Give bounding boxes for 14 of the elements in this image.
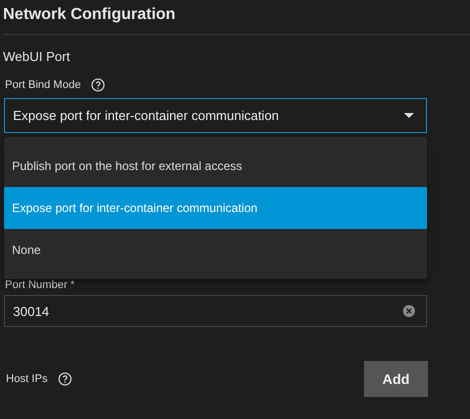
port-number-field[interactable]: 30014 [4,295,427,327]
clear-icon[interactable] [403,305,415,317]
help-icon[interactable] [58,372,72,386]
bind-mode-select[interactable]: Expose port for inter-container communication [4,98,427,133]
dropdown-option[interactable]: Publish port on the host for external access [4,145,427,187]
section-title: Network Configuration [2,5,176,25]
field-label: Port Bind Mode [5,79,81,91]
help-icon[interactable] [90,78,105,92]
field-label: Port Number * [4,279,76,291]
dropdown-option[interactable]: None [4,229,427,271]
add-button[interactable]: Add [364,361,428,397]
field-label: Host IPs [6,373,48,385]
group-title: WebUI Port [2,48,71,65]
caret-icon [404,113,414,118]
